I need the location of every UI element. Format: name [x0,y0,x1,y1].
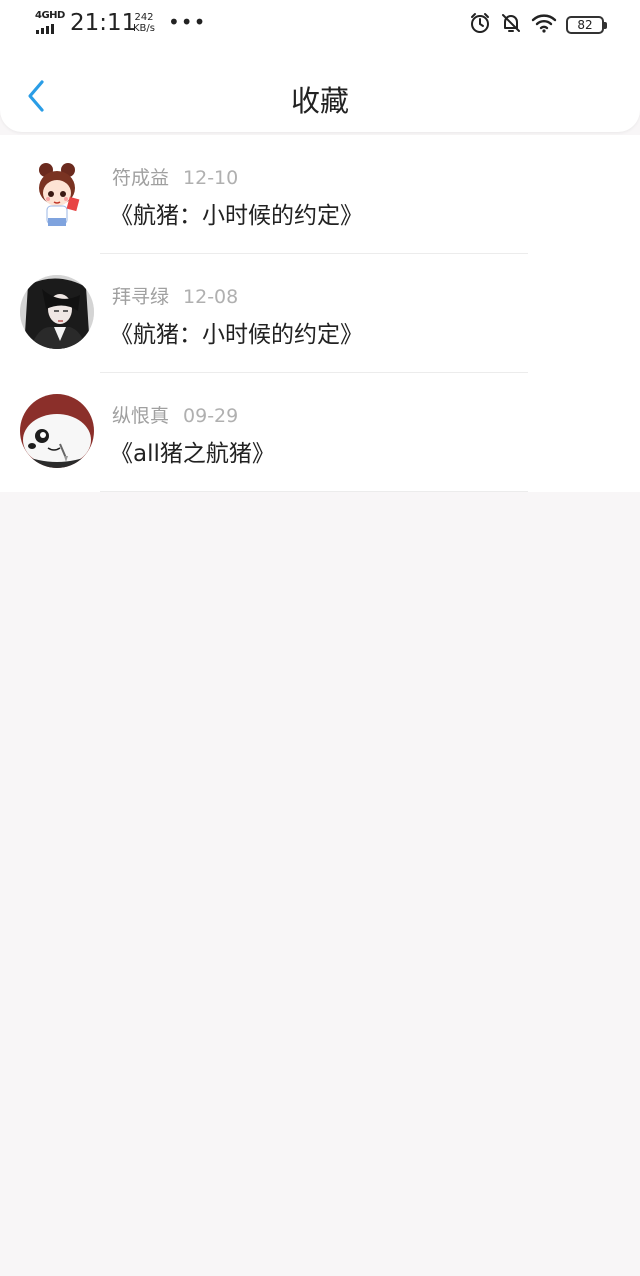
author-name: 拜寻绿 [112,286,170,308]
favorites-list: 符成益 12-10 《航猪：小时候的约定》 拜寻绿 12-08 《航猪：小时候的约定… [0,135,640,492]
header-bar: 4GHD 21:11 242 KB/s ••• 82 收藏 [0,0,640,132]
favorite-title: 《航猪：小时候的约定》 [110,203,363,229]
panda-avatar [20,394,94,468]
favorite-date: 09-29 [183,405,239,427]
favorite-title: 《all猪之航猪》 [110,441,275,467]
more-notifications-icon: ••• [168,10,207,34]
cartoon-girl-avatar [20,156,94,230]
favorite-meta: 纵恨真 09-29 [112,401,238,428]
network-speed: 242 KB/s [133,12,155,34]
status-bar: 4GHD 21:11 242 KB/s ••• 82 [0,0,640,52]
author-name: 纵恨真 [112,405,170,427]
favorite-title: 《航猪：小时候的约定》 [110,322,363,348]
favorite-date: 12-10 [183,167,239,189]
clock: 21:11 [70,10,137,36]
divider [100,491,528,492]
battery-icon: 82 [566,16,607,34]
favorite-meta: 符成益 12-10 [112,163,238,190]
favorite-date: 12-08 [183,286,239,308]
network-type: 4GHD [35,10,65,21]
author-name: 符成益 [112,167,170,189]
dark-hair-character-avatar [20,275,94,349]
favorite-item[interactable]: 符成益 12-10 《航猪：小时候的约定》 [0,135,640,254]
status-icons: 82 [469,12,607,38]
bell-off-icon [500,12,522,38]
page-title: 收藏 [290,84,349,118]
wifi-icon [531,12,557,38]
favorite-item[interactable]: 拜寻绿 12-08 《航猪：小时候的约定》 [0,254,640,373]
favorite-item[interactable]: 纵恨真 09-29 《all猪之航猪》 [0,373,640,492]
network-speed-value: 242 [134,12,154,23]
signal-icon [36,24,54,34]
alarm-icon [469,12,491,38]
favorite-meta: 拜寻绿 12-08 [112,282,238,309]
network-speed-unit: KB/s [133,23,155,34]
